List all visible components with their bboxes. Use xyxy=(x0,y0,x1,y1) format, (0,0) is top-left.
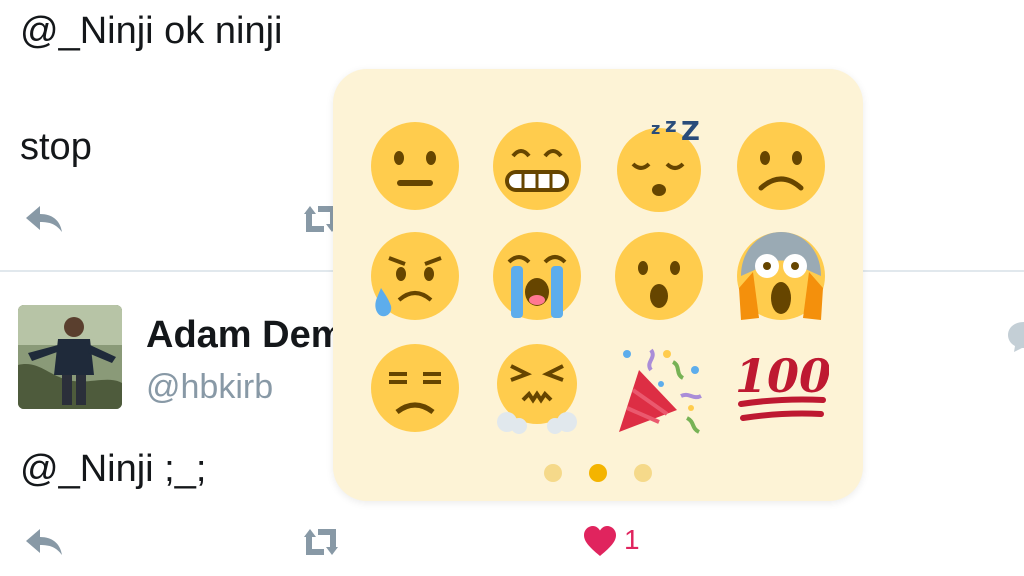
neutral-face-icon[interactable] xyxy=(367,118,463,214)
sleeping-face-icon[interactable]: z z Z xyxy=(611,118,707,214)
like-count: 1 xyxy=(624,524,640,555)
page-dot-3[interactable] xyxy=(634,464,652,482)
retweet-icon[interactable] xyxy=(298,525,344,559)
tweet-reply-text: @_Ninji ok ninji xyxy=(20,10,283,52)
disappointed-relieved-face-icon[interactable] xyxy=(367,228,463,324)
chat-bubble-icon[interactable] xyxy=(1006,318,1024,352)
reply-icon[interactable] xyxy=(22,525,66,559)
reply-icon[interactable] xyxy=(22,202,66,236)
page-dot-2-active[interactable] xyxy=(589,464,607,482)
grimacing-face-icon[interactable] xyxy=(489,118,585,214)
like-heart-icon[interactable] xyxy=(582,524,618,558)
hushed-face-icon[interactable] xyxy=(611,228,707,324)
loudly-crying-face-icon[interactable] xyxy=(489,228,585,324)
svg-text:100: 100 xyxy=(735,349,829,403)
emoji-picker-panel: z z Z 100 xyxy=(333,69,863,501)
frowning-face-icon[interactable] xyxy=(733,118,829,214)
face-screaming-in-fear-icon[interactable] xyxy=(733,228,829,324)
tweet-text: @_Ninji ;_; xyxy=(20,448,207,490)
unamused-face-icon[interactable] xyxy=(367,340,463,436)
avatar[interactable] xyxy=(18,305,122,409)
tweet-body-text: stop xyxy=(20,126,92,168)
user-handle[interactable]: @hbkirb xyxy=(146,368,273,407)
hundred-points-icon[interactable]: 100 xyxy=(733,340,829,436)
page-dot-1[interactable] xyxy=(544,464,562,482)
face-with-steam-icon[interactable] xyxy=(489,340,585,436)
svg-text:z: z xyxy=(665,118,677,137)
svg-text:Z: Z xyxy=(681,118,700,147)
party-popper-icon[interactable] xyxy=(611,340,707,436)
svg-text:z: z xyxy=(651,119,660,138)
